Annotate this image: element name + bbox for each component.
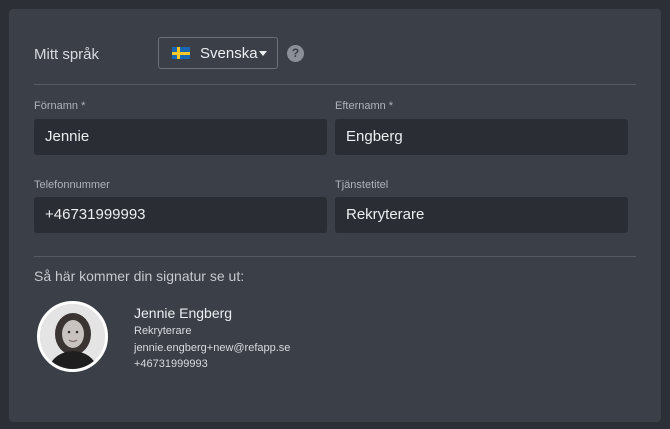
language-row: Mitt språk Svenska ? [34, 37, 654, 73]
question-circle-icon[interactable]: ? [287, 45, 304, 62]
signature-email: jennie.engberg+new@refapp.se [134, 342, 291, 354]
signature-name: Jennie Engberg [134, 305, 233, 321]
settings-panel: Mitt språk Svenska ? Förnamn * Jennie Ef… [9, 9, 661, 422]
sweden-flag-icon [172, 47, 190, 59]
avatar [37, 301, 108, 372]
divider [34, 256, 636, 257]
signature-phone: +46731999993 [134, 358, 208, 370]
language-selected-value: Svenska [200, 45, 258, 62]
signature-heading: Så här kommer din signatur se ut: [34, 268, 245, 284]
language-select[interactable]: Svenska [158, 37, 278, 69]
signature-title: Rekryterare [134, 325, 192, 337]
job-title-input[interactable]: Rekryterare [335, 197, 628, 233]
phone-label: Telefonnummer [34, 179, 110, 191]
chevron-down-icon [259, 51, 267, 56]
job-title-label: Tjänstetitel [335, 179, 389, 191]
first-name-label: Förnamn * [34, 100, 86, 112]
phone-input[interactable]: +46731999993 [34, 197, 327, 233]
last-name-label: Efternamn * [335, 100, 394, 112]
language-label: Mitt språk [34, 46, 100, 63]
last-name-input[interactable]: Engberg [335, 119, 628, 155]
first-name-input[interactable]: Jennie [34, 119, 327, 155]
divider [34, 84, 636, 85]
